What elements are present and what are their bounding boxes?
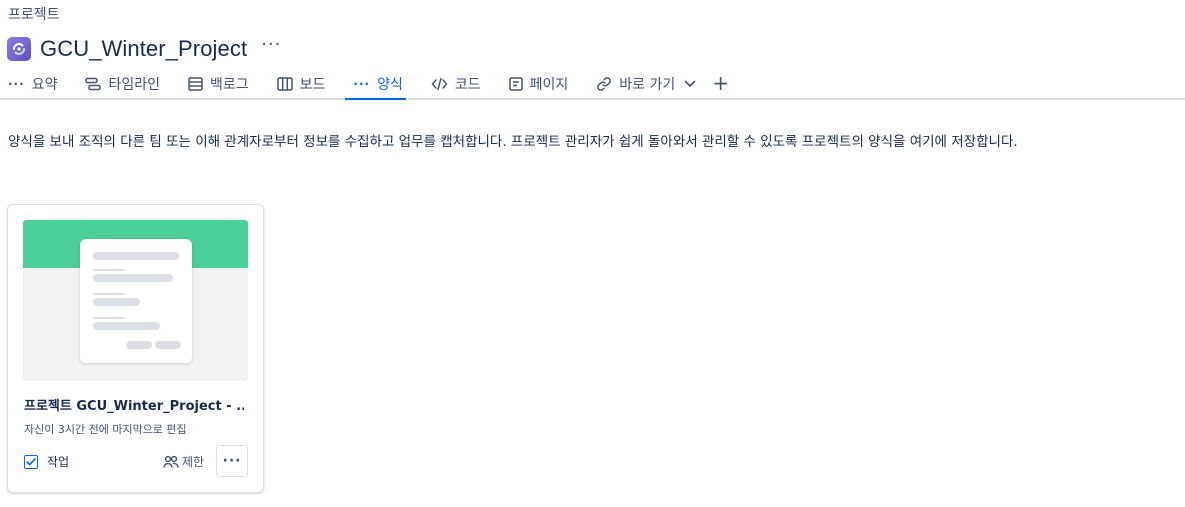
link-icon: [596, 76, 612, 92]
timeline-icon: [85, 77, 102, 91]
form-preview-icon: [80, 239, 192, 363]
add-tab-button[interactable]: +: [712, 70, 729, 96]
forms-description: 양식을 보내 조직의 다른 팀 또는 이해 관계자로부터 정보를 수집하고 업무…: [8, 134, 1018, 150]
chevron-down-icon: [684, 80, 696, 88]
backlog-icon: [188, 77, 203, 91]
access-label: 제한: [182, 455, 205, 469]
project-icon: [7, 37, 31, 61]
form-more-button[interactable]: ···: [216, 445, 248, 477]
tab-board[interactable]: 보드: [269, 70, 326, 98]
tab-label: 타임라인: [108, 77, 160, 93]
tab-label: 요약: [31, 77, 58, 93]
people-icon: [163, 455, 179, 469]
page-icon: [508, 77, 523, 91]
tab-forms[interactable]: ··· 양식: [345, 70, 407, 100]
dots-icon: ···: [8, 77, 25, 91]
tab-timeline[interactable]: 타임라인: [77, 70, 160, 98]
tab-label: 보드: [299, 77, 326, 93]
form-card-edited: 자신이 3시간 전에 마지막으로 편집: [24, 423, 187, 436]
form-thumbnail: [23, 220, 248, 381]
dots-icon: ···: [353, 77, 371, 91]
form-card-title[interactable]: 프로젝트 GCU_Winter_Project - ...: [24, 395, 244, 414]
task-checkbox-icon: [24, 454, 38, 469]
page-title: GCU_Winter_Project: [40, 36, 248, 61]
board-icon: [276, 77, 293, 91]
project-header: GCU_Winter_Project ···: [7, 35, 281, 63]
tab-label: 백로그: [209, 77, 249, 93]
tab-pages[interactable]: 페이지: [501, 70, 569, 98]
tab-label: 양식: [377, 77, 403, 93]
tab-backlog[interactable]: 백로그: [180, 70, 249, 98]
tab-summary[interactable]: ··· 요약: [0, 70, 57, 98]
code-icon: [431, 77, 448, 91]
work-type-label: 작업: [47, 455, 70, 469]
form-card[interactable]: 프로젝트 GCU_Winter_Project - ... 자신이 3시간 전에…: [7, 204, 264, 493]
tab-label: 바로 가기: [619, 77, 676, 93]
breadcrumb[interactable]: 프로젝트: [8, 4, 60, 24]
tab-label: 코드: [454, 77, 481, 93]
tab-label: 페이지: [529, 77, 569, 93]
project-tabs: ··· 요약 타임라인 백로그 보드 ··· 양식 코드 페이지 바로 가기 +: [0, 70, 1185, 100]
project-more-button[interactable]: ···: [261, 36, 281, 58]
tab-code[interactable]: 코드: [423, 70, 481, 98]
tab-shortcuts[interactable]: 바로 가기: [588, 70, 696, 98]
form-access-button[interactable]: 제한: [163, 453, 204, 470]
form-work-type: 작업: [24, 453, 69, 470]
